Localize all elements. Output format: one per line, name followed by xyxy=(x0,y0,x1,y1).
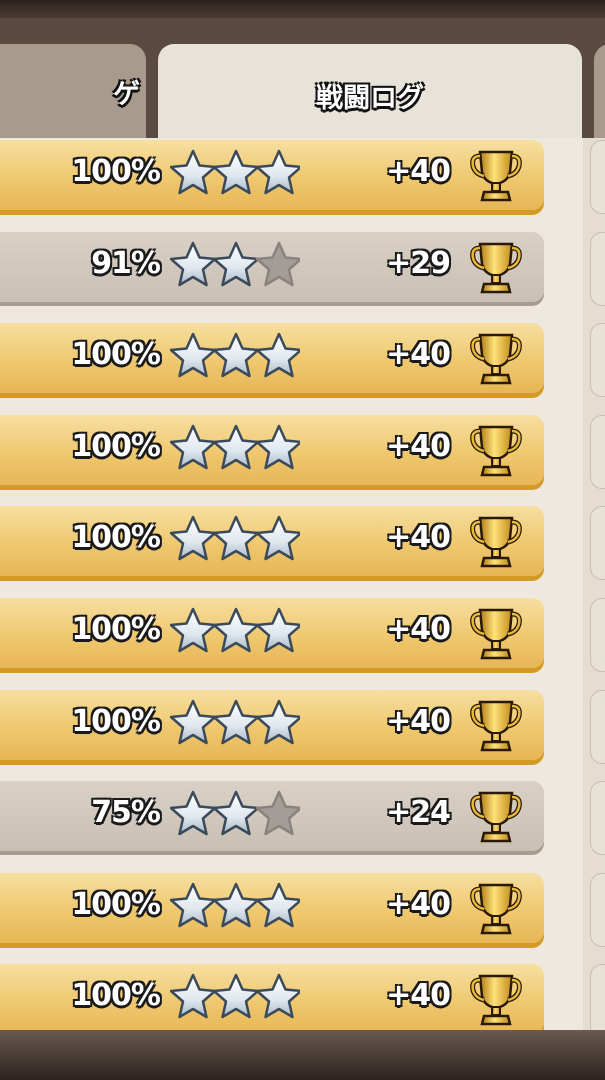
star-filled-icon xyxy=(212,332,260,378)
trophy-gain: +40 xyxy=(386,704,451,739)
trophy-icon xyxy=(470,242,522,294)
side-panel-item xyxy=(590,140,605,214)
trophy-icon xyxy=(470,791,522,843)
stars-rating xyxy=(170,149,300,195)
side-panel-item xyxy=(590,506,605,580)
destruction-percent: 100% xyxy=(71,429,161,464)
side-panel-item xyxy=(590,598,605,672)
star-filled-icon xyxy=(170,882,217,928)
star-filled-icon xyxy=(170,790,217,836)
battle-row[interactable]: 100% +40 xyxy=(0,323,544,393)
top-frame xyxy=(0,0,605,18)
star-filled-icon xyxy=(170,699,217,745)
star-filled-icon xyxy=(170,424,217,470)
star-filled-icon xyxy=(212,149,260,195)
star-filled-icon xyxy=(212,699,260,745)
destruction-percent: 100% xyxy=(71,520,161,555)
stars-rating xyxy=(170,790,300,836)
stars-rating xyxy=(170,515,300,561)
side-panel-item xyxy=(590,232,605,306)
star-empty-icon xyxy=(255,790,300,836)
stars-rating xyxy=(170,424,300,470)
star-filled-icon xyxy=(255,515,300,561)
star-filled-icon xyxy=(170,607,217,653)
trophy-icon xyxy=(470,150,522,202)
trophy-icon xyxy=(470,700,522,752)
star-filled-icon xyxy=(170,241,217,287)
star-filled-icon xyxy=(170,332,217,378)
star-filled-icon xyxy=(170,973,217,1019)
side-panel-item xyxy=(590,873,605,947)
bottom-frame xyxy=(0,1030,605,1080)
trophy-icon xyxy=(470,608,522,660)
trophy-icon xyxy=(470,974,522,1026)
star-filled-icon xyxy=(170,515,217,561)
trophy-gain: +40 xyxy=(386,520,451,555)
trophy-gain: +40 xyxy=(386,612,451,647)
battle-row[interactable]: 100% +40 xyxy=(0,690,544,760)
destruction-percent: 100% xyxy=(71,612,161,647)
star-filled-icon xyxy=(212,424,260,470)
side-panel-item xyxy=(590,323,605,397)
star-filled-icon xyxy=(255,424,300,470)
star-filled-icon xyxy=(255,332,300,378)
destruction-percent: 100% xyxy=(71,337,161,372)
battle-row[interactable]: 75% +24 xyxy=(0,781,544,851)
star-filled-icon xyxy=(255,882,300,928)
star-filled-icon xyxy=(212,607,260,653)
tab-previous-label: ゲ xyxy=(113,79,140,110)
star-filled-icon xyxy=(212,973,260,1019)
destruction-percent: 75% xyxy=(91,795,161,830)
star-filled-icon xyxy=(170,149,217,195)
battle-row[interactable]: 100% +40 xyxy=(0,415,544,485)
tab-next[interactable] xyxy=(594,44,605,146)
battle-row[interactable]: 100% +40 xyxy=(0,506,544,576)
destruction-percent: 100% xyxy=(71,704,161,739)
star-filled-icon xyxy=(212,241,260,287)
stars-rating xyxy=(170,241,300,287)
trophy-icon xyxy=(470,425,522,477)
star-filled-icon xyxy=(212,515,260,561)
trophy-gain: +40 xyxy=(386,337,451,372)
destruction-percent: 100% xyxy=(71,154,161,189)
stars-rating xyxy=(170,882,300,928)
star-filled-icon xyxy=(255,149,300,195)
star-filled-icon xyxy=(255,973,300,1019)
trophy-icon xyxy=(470,516,522,568)
stars-rating xyxy=(170,699,300,745)
tab-battle-log[interactable]: 戦闘ログ xyxy=(158,44,582,146)
trophy-gain: +40 xyxy=(386,154,451,189)
trophy-gain: +24 xyxy=(386,795,451,830)
trophy-icon xyxy=(470,333,522,385)
destruction-percent: 100% xyxy=(71,887,161,922)
tab-battle-log-label: 戦闘ログ xyxy=(316,82,424,114)
stars-rating xyxy=(170,607,300,653)
side-panel-item xyxy=(590,690,605,764)
star-filled-icon xyxy=(212,882,260,928)
side-panel-item xyxy=(590,415,605,489)
trophy-gain: +40 xyxy=(386,429,451,464)
stars-rating xyxy=(170,332,300,378)
battle-row[interactable]: 100% +40 xyxy=(0,964,544,1034)
side-panel-item xyxy=(590,781,605,855)
battle-row[interactable]: 100% +40 xyxy=(0,598,544,668)
trophy-gain: +40 xyxy=(386,978,451,1013)
battle-row[interactable]: 91% +29 xyxy=(0,232,544,302)
trophy-gain: +40 xyxy=(386,887,451,922)
star-empty-icon xyxy=(255,241,300,287)
tab-previous[interactable]: ゲ xyxy=(0,44,146,146)
stars-rating xyxy=(170,973,300,1019)
trophy-gain: +29 xyxy=(386,246,451,281)
trophy-icon xyxy=(470,883,522,935)
battle-row[interactable]: 100% +40 xyxy=(0,873,544,943)
battle-row[interactable]: 100% +40 xyxy=(0,140,544,210)
star-filled-icon xyxy=(255,699,300,745)
star-filled-icon xyxy=(255,607,300,653)
destruction-percent: 100% xyxy=(71,978,161,1013)
destruction-percent: 91% xyxy=(91,246,161,281)
star-filled-icon xyxy=(212,790,260,836)
side-panel-item xyxy=(590,964,605,1038)
